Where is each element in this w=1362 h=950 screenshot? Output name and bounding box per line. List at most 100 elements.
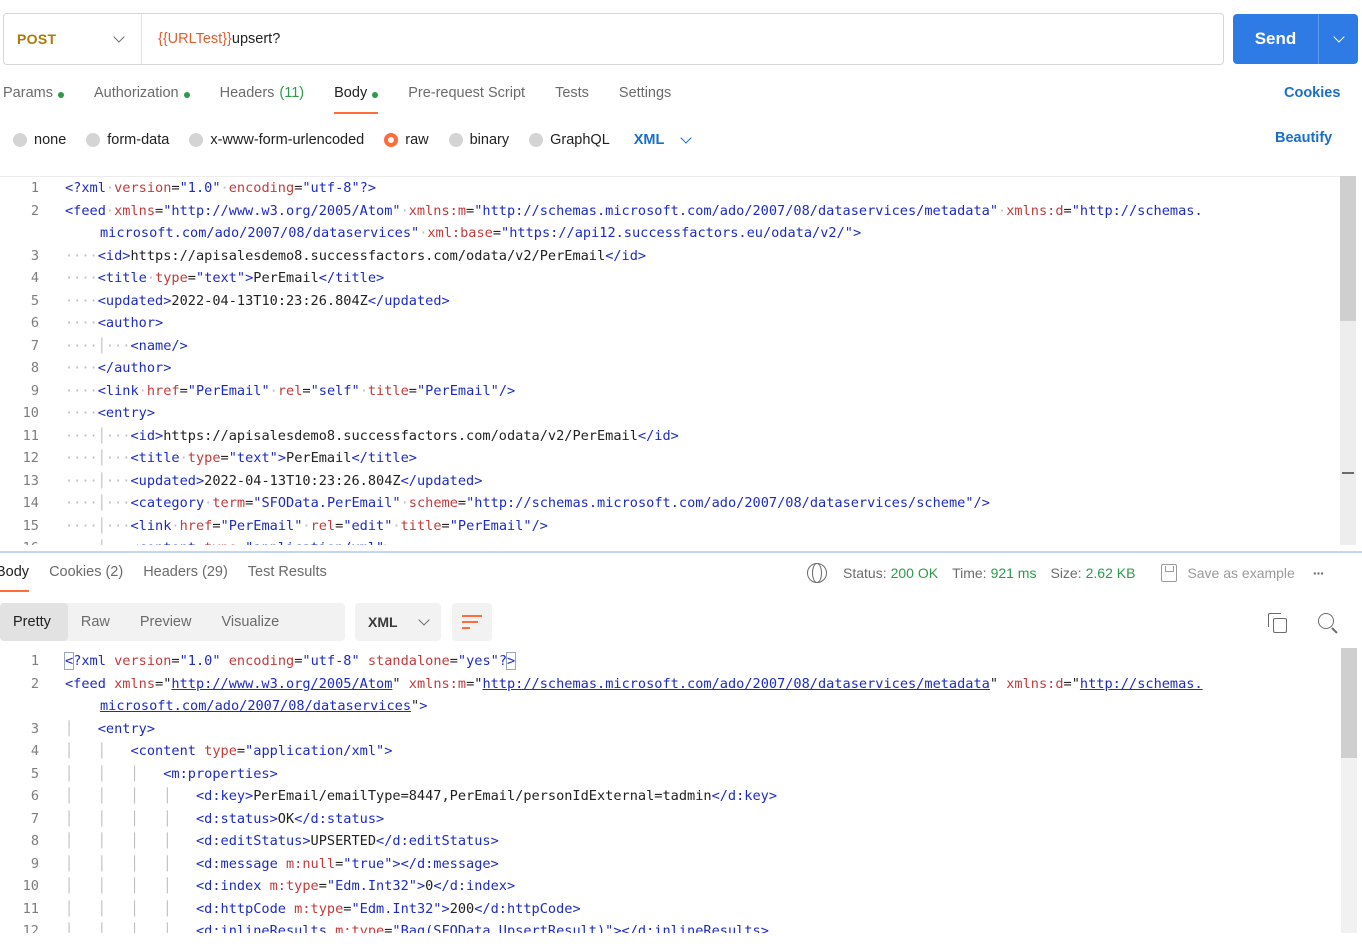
code-line: 8 ····</author>	[0, 357, 1340, 380]
response-viewer-scrollbar[interactable]	[1341, 648, 1357, 933]
search-icon[interactable]	[1318, 613, 1338, 633]
more-options-icon[interactable]: ···	[1313, 565, 1325, 581]
code-text: │ │ │ │ <d:key>PerEmail/emailType=8447,P…	[65, 788, 778, 804]
line-number: 15	[22, 517, 39, 534]
chevron-down-icon	[1332, 31, 1345, 43]
method-select[interactable]: POST	[4, 14, 142, 64]
line-number: 9	[30, 382, 39, 399]
scrollbar-thumb[interactable]	[1341, 648, 1357, 758]
response-language-label: XML	[368, 614, 398, 630]
line-number: 14	[22, 495, 39, 511]
body-type-raw[interactable]: raw	[384, 132, 429, 148]
send-options-button[interactable]	[1319, 31, 1358, 43]
radio-icon[interactable]	[529, 133, 544, 147]
save-icon	[1161, 564, 1178, 582]
code-line: 4 │ │ <content type="application/xml">	[0, 740, 1340, 763]
tab-headers[interactable]: Headers (11)	[220, 83, 305, 113]
send-label: Send	[1254, 29, 1297, 48]
tab-params[interactable]: Params	[3, 83, 64, 113]
body-type-binary[interactable]: binary	[448, 132, 509, 148]
tab-authorization[interactable]: Authorization	[94, 83, 190, 113]
chevron-down-icon	[417, 614, 430, 626]
code-line: 12 │ │ │ │ <d:inlineResults m:type="Bag(S…	[0, 920, 1340, 933]
body-type-graphql[interactable]: GraphQL	[529, 132, 610, 148]
tab-body[interactable]: Body	[334, 83, 379, 114]
tab-pre-request-script[interactable]: Pre-request Script	[408, 83, 525, 113]
response-tab-test-results[interactable]: Test Results	[248, 562, 327, 592]
method-label: POST	[17, 31, 57, 47]
code-line: 7 │ │ │ │ <d:status>OK</d:status>	[0, 808, 1340, 831]
body-language-select[interactable]: XML	[634, 132, 693, 148]
radio-label: none	[34, 132, 67, 148]
radio-label: form-data	[107, 132, 170, 148]
response-language-select[interactable]: XML	[355, 603, 441, 641]
beautify-button[interactable]: Beautify	[1275, 130, 1332, 146]
line-number: 13	[22, 472, 39, 489]
code-text: │ │ │ │ <d:httpCode m:type="Edm.Int32">2…	[65, 900, 581, 917]
tab-settings[interactable]: Settings	[619, 83, 671, 113]
time-value[interactable]: 921 ms	[991, 565, 1037, 581]
line-number: 9	[30, 855, 39, 872]
code-text: ····│···<name/>	[65, 337, 188, 354]
response-tabs: Body Cookies (2) Headers (29) Test Results	[0, 562, 347, 592]
code-text: │ │ │ │ <d:status>OK</d:status>	[65, 810, 385, 827]
code-line: 2 <feed xmlns="http://www.w3.org/2005/Ato…	[0, 673, 1340, 718]
code-text: ····│···<updated>2022-04-13T10:23:26.804…	[65, 472, 483, 489]
view-visualize-button[interactable]: Visualize	[208, 603, 296, 641]
view-raw-button[interactable]: Raw	[68, 603, 127, 641]
code-text: ····│···<content·type="application/xml">	[39, 537, 1340, 545]
code-text: │ <entry>	[65, 720, 156, 737]
line-number: 4	[30, 743, 39, 759]
url-input[interactable]: {{URLTest}}upsert?	[142, 31, 280, 47]
code-text: ····<author>	[65, 315, 164, 331]
view-preview-button[interactable]: Preview	[127, 603, 209, 641]
copy-icon[interactable]	[1268, 613, 1287, 633]
code-text: ····│···<category·term="SFOData.PerEmail…	[65, 495, 990, 511]
radio-label: x-www-form-urlencoded	[210, 132, 365, 148]
request-body-editor[interactable]: 1 <?xml·version="1.0"·encoding="utf-8"?> 2…	[0, 176, 1340, 545]
radio-icon[interactable]	[448, 133, 463, 147]
wrap-lines-button[interactable]	[452, 603, 492, 641]
radio-label: GraphQL	[550, 132, 610, 148]
radio-label: raw	[405, 132, 429, 148]
line-number: 10	[22, 878, 39, 894]
line-number: 7	[30, 810, 39, 827]
globe-icon[interactable]	[807, 563, 827, 583]
response-body-viewer[interactable]: 1 <?xml version="1.0" encoding="utf-8" st…	[0, 650, 1340, 933]
pane-splitter[interactable]	[0, 551, 1362, 553]
line-number: 2	[30, 202, 39, 219]
code-text: <?xml version="1.0" encoding="utf-8" sta…	[63, 652, 517, 670]
scrollbar-thumb[interactable]	[1340, 176, 1356, 321]
request-editor-scrollbar[interactable]	[1340, 176, 1356, 545]
size-value[interactable]: 2.62 KB	[1086, 565, 1136, 581]
tab-tests[interactable]: Tests	[555, 83, 589, 113]
response-tab-body[interactable]: Body	[0, 562, 30, 592]
line-number: 8	[30, 360, 39, 376]
code-line: 11 │ │ │ │ <d:httpCode m:type="Edm.Int32"…	[0, 898, 1340, 921]
line-number: 1	[30, 180, 39, 196]
tab-count: (29)	[202, 564, 228, 580]
radio-icon[interactable]	[86, 133, 101, 147]
tab-label: Authorization	[93, 85, 179, 101]
body-type-form-data[interactable]: form-data	[86, 132, 169, 148]
code-text: │ │ <content type="application/xml">	[65, 743, 393, 759]
body-type-none[interactable]: none	[13, 132, 66, 148]
radio-icon[interactable]	[13, 133, 27, 147]
status-value[interactable]: 200 OK	[891, 565, 938, 581]
radio-icon[interactable]	[384, 133, 399, 147]
line-number: 5	[30, 292, 39, 309]
response-tab-headers[interactable]: Headers (29)	[143, 562, 228, 592]
send-button[interactable]: Send	[1233, 14, 1358, 64]
resize-marker	[1342, 472, 1354, 480]
line-number: 12	[22, 923, 39, 933]
line-number: 7	[30, 337, 39, 354]
cookies-link[interactable]: Cookies	[1284, 85, 1340, 101]
radio-icon[interactable]	[189, 133, 204, 147]
response-tab-cookies[interactable]: Cookies (2)	[49, 562, 123, 592]
save-as-example-button[interactable]: Save as example	[1187, 565, 1294, 581]
code-line: 12 ····│···<title·type="text">PerEmail</t…	[0, 447, 1340, 470]
code-text: ····<link·href="PerEmail"·rel="self"·tit…	[65, 382, 516, 399]
line-number: 11	[22, 427, 39, 444]
body-type-x-www-form-urlencoded[interactable]: x-www-form-urlencoded	[189, 132, 364, 148]
view-pretty-button[interactable]: Pretty	[0, 603, 68, 641]
